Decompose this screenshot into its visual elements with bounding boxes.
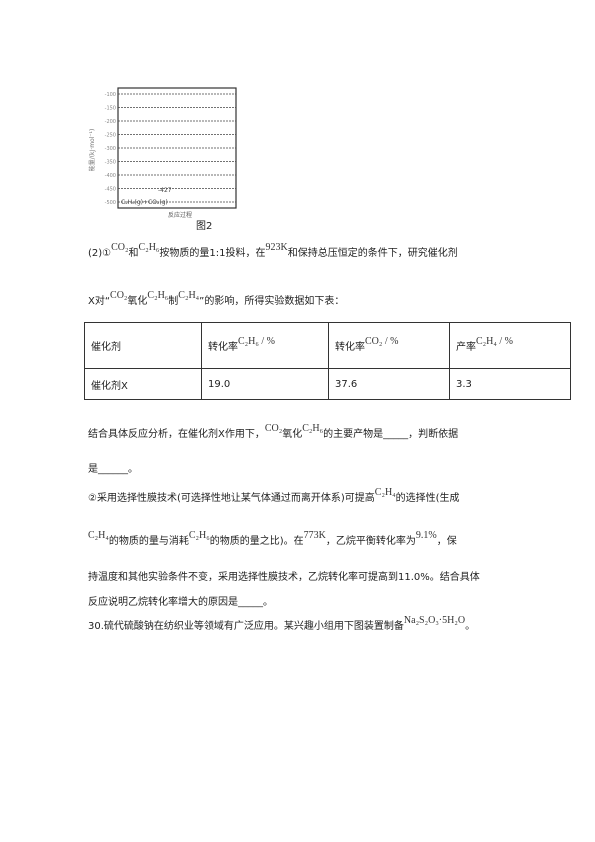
text: 和保持总压恒定的条件下，研究催化剂 — [287, 248, 458, 259]
paragraph-1: (2)①CO₂和C₂H₆按物质的量1:1投料，在923K和保持总压恒定的条件下，… — [88, 242, 458, 259]
text: (2)① — [88, 248, 112, 259]
text: ”的影响，所得实验数据如下表： — [199, 296, 345, 307]
text: ，保 — [436, 536, 457, 547]
paragraph-7: 持温度和其他实验条件不变，采用选择性膜技术，乙烷转化率可提高到11.0%。结合具… — [88, 572, 480, 583]
figure-value-label: -427 — [158, 187, 172, 194]
figure-tick-label: -300 — [105, 146, 116, 152]
paragraph-2: X对“CO₂氧化C₂H₆制C₂H₄”的影响，所得实验数据如下表： — [88, 290, 345, 307]
figure-tick-label: -500 — [105, 200, 116, 206]
text: ，乙烷平衡转化率为 — [325, 536, 416, 547]
figure-xlabel: 反应过程 — [168, 211, 192, 219]
figure-tick-label: -350 — [105, 160, 116, 166]
text: 30.硫代硫酸钠在纺织业等领域有广泛应用。某兴趣小组用下图装置制备 — [88, 621, 404, 632]
figure-tick-label: -250 — [105, 133, 116, 139]
figure-tick-label: -200 — [105, 119, 116, 125]
figure-tick-label: -400 — [105, 173, 116, 179]
formula: C₂H₆ — [138, 242, 160, 253]
paragraph-5: ②采用选择性膜技术(可选择性地让某气体通过而离开体系)可提高C₂H₄的选择性(生… — [88, 487, 460, 504]
figure-tick-label: -150 — [105, 106, 116, 112]
text: 的物质的量之比)。在 — [209, 536, 304, 547]
formula: 9.1% — [415, 530, 437, 541]
header-text: 转化率 — [335, 342, 365, 353]
table-cell: 3.3 — [449, 368, 571, 400]
document-page: -100 -150 -200 -250 -300 -350 -400 -450 -500 能量/… — [0, 0, 595, 842]
table-header-row: 催化剂 转化率C₂H₆ / % 转化率CO₂ / % 产率C₂H₄ / % — [84, 322, 571, 369]
figure-tick-label: -100 — [105, 92, 116, 98]
table-header: 转化率CO₂ / % — [328, 322, 450, 369]
text: 的物质的量与消耗 — [108, 536, 189, 547]
formula: CO₂ — [111, 242, 129, 253]
paragraph-6: C₂H₄的物质的量与消耗C₂H₆的物质的量之比)。在773K，乙烷平衡转化率为9… — [88, 530, 457, 547]
text: X对“ — [88, 296, 111, 307]
data-table: 催化剂 转化率C₂H₆ / % 转化率CO₂ / % 产率C₂H₄ / % 催化… — [84, 322, 571, 400]
text: 和 — [128, 248, 139, 259]
figure-state-label: C₂H₆(g)+CO₂(g) — [121, 199, 168, 206]
formula: C₂H₄ — [178, 290, 200, 301]
header-text: 产率 — [456, 342, 476, 353]
formula: CO₂ / % — [365, 336, 399, 347]
header-text: 转化率 — [208, 342, 238, 353]
paragraph-9: 30.硫代硫酸钠在纺织业等领域有广泛应用。某兴趣小组用下图装置制备Na₂S₂O₃… — [88, 615, 476, 632]
table-header: 催化剂 — [84, 322, 202, 369]
figure-caption: 图2 — [196, 220, 212, 232]
table-cell: 催化剂X — [84, 368, 202, 400]
formula: C₂H₆ / % — [238, 336, 275, 347]
formula: C₂H₄ / % — [476, 336, 513, 347]
formula: CO₂ — [110, 290, 128, 301]
formula: C₂H₄ — [374, 487, 396, 498]
text: 的主要产物是_____，判断依据 — [323, 429, 459, 440]
paragraph-4: 是______。 — [88, 464, 138, 475]
formula: CO₂ — [264, 423, 283, 434]
paragraph-8: 反应说明乙烷转化率增大的原因是_____。 — [88, 597, 273, 608]
text: 。 — [465, 621, 476, 632]
figure-ylabel: 能量/(kJ·mol⁻¹) — [88, 129, 96, 172]
formula: 923K — [265, 242, 288, 253]
formula: Na₂S₂O₃·5H₂O — [403, 615, 466, 626]
text: ②采用选择性膜技术(可选择性地让某气体通过而离开体系)可提高 — [88, 493, 375, 504]
energy-diagram-figure: -100 -150 -200 -250 -300 -350 -400 -450 -500 能量/… — [88, 87, 237, 232]
text: 结合具体反应分析，在催化剂X作用下， — [88, 429, 265, 440]
table-cell: 37.6 — [328, 368, 450, 400]
table-row: 催化剂X 19.0 37.6 3.3 — [84, 368, 571, 400]
table-header: 转化率C₂H₆ / % — [201, 322, 329, 369]
paragraph-3: 结合具体反应分析，在催化剂X作用下，CO₂氧化C₂H₆的主要产物是_____，判… — [88, 423, 459, 440]
formula: C₂H₆ — [147, 290, 169, 301]
text: 氧化 — [282, 429, 303, 440]
formula: C₂H₄ — [88, 530, 109, 541]
table-header: 产率C₂H₄ / % — [449, 322, 571, 369]
figure-tick-label: -450 — [105, 187, 116, 193]
text: 按物质的量1:1投料，在 — [159, 248, 266, 259]
text: 制 — [168, 296, 179, 307]
formula: C₂H₆ — [302, 423, 324, 434]
table-cell: 19.0 — [201, 368, 329, 400]
text: 氧化 — [127, 296, 148, 307]
formula: 773K — [303, 530, 326, 541]
text: 的选择性(生成 — [395, 493, 460, 504]
formula: C₂H₆ — [188, 530, 210, 541]
